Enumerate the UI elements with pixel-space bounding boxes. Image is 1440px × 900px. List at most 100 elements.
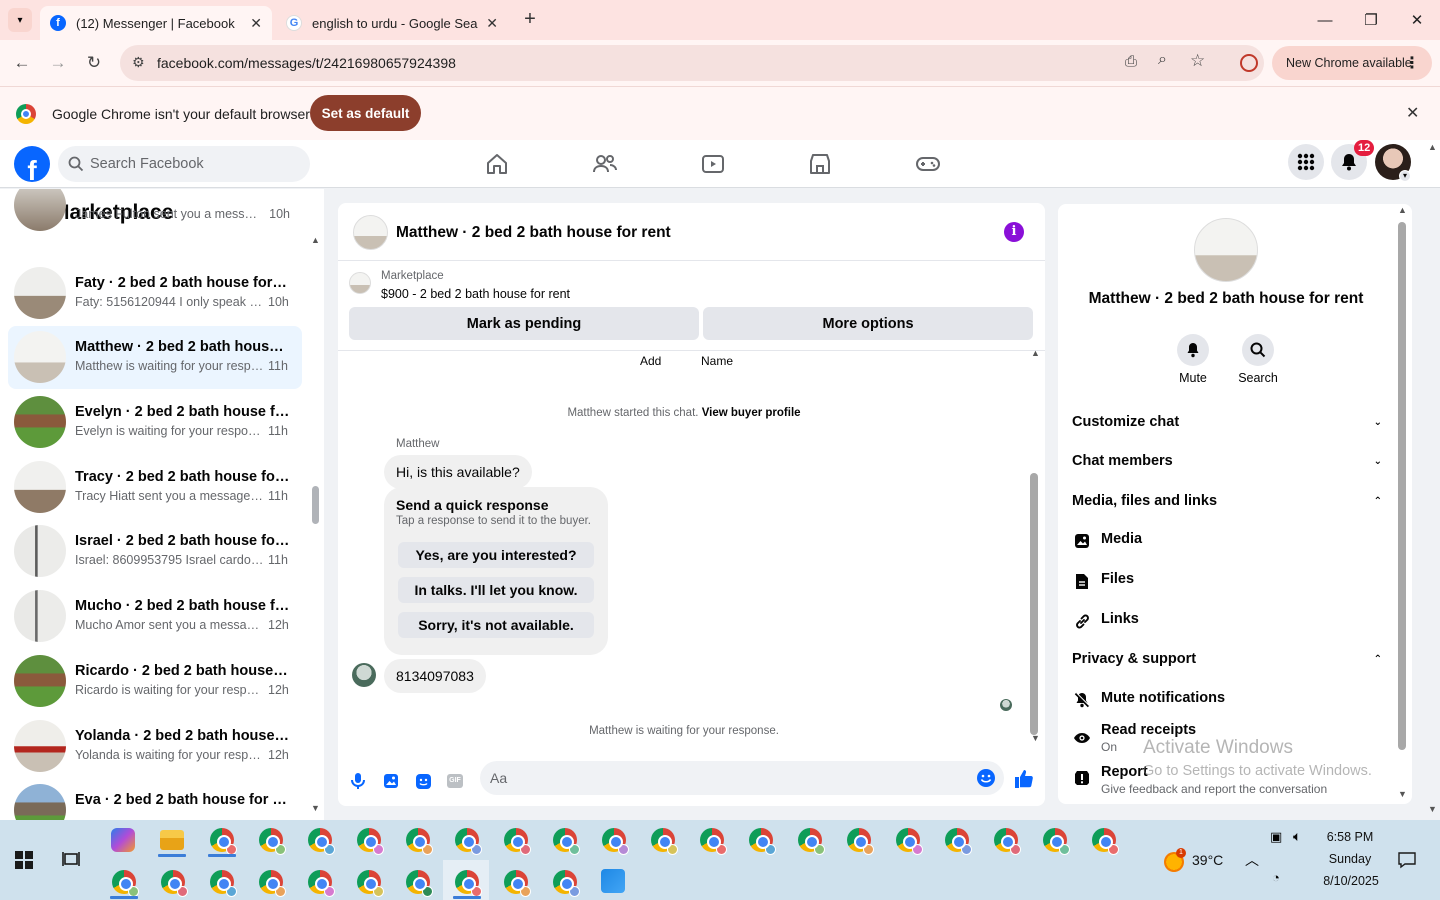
weather-temperature[interactable]: 39°C (1192, 852, 1223, 868)
listing-title[interactable]: $900 - 2 bed 2 bath house for rent (381, 287, 570, 301)
quick-reply-button[interactable]: In talks. I'll let you know. (398, 577, 594, 603)
chat-scroll-up-arrow[interactable]: ▲ (1031, 348, 1040, 358)
chrome-taskbar-icon[interactable] (357, 828, 384, 855)
friends-icon[interactable] (589, 148, 621, 180)
chrome-taskbar-icon[interactable] (896, 828, 923, 855)
conversation-item[interactable]: Evelyn · 2 bed 2 bath house for ... Evel… (8, 391, 302, 454)
chat-listing-avatar[interactable] (353, 215, 388, 250)
facebook-search-box[interactable] (58, 146, 310, 182)
clock-time[interactable]: 6:58 PM (1320, 830, 1380, 844)
listing-thumbnail[interactable] (349, 272, 371, 294)
conversation-item[interactable]: Tracy · 2 bed 2 bath house for re... Tra… (8, 456, 302, 519)
windows-start-icon[interactable] (15, 851, 33, 869)
chrome-taskbar-icon[interactable] (553, 870, 580, 897)
links-item[interactable]: Links (1072, 611, 1372, 631)
mute-button[interactable] (1177, 334, 1209, 366)
chrome-taskbar-icon[interactable] (357, 870, 384, 897)
view-buyer-profile-link[interactable]: View buyer profile (702, 407, 801, 419)
set-as-default-button[interactable]: Set as default (310, 95, 421, 131)
close-window-icon[interactable]: ✕ (1394, 0, 1440, 40)
info-scroll-down-arrow[interactable]: ▼ (1398, 789, 1407, 799)
omnibox[interactable]: ⚙ facebook.com/messages/t/24216980657924… (120, 45, 1264, 81)
conversation-item[interactable]: Ricardo · 2 bed 2 bath house for... Rica… (8, 650, 302, 713)
sidebar-scrollbar[interactable] (312, 486, 319, 524)
chrome-taskbar-icon[interactable] (112, 870, 139, 897)
media-files-links-section[interactable]: Media, files and links ⌃ (1072, 493, 1382, 509)
message-bubble[interactable]: Hi, is this available? (384, 455, 532, 489)
conversation-item[interactable]: Mucho · 2 bed 2 bath house for ... Mucho… (8, 585, 302, 648)
info-scroll-up-arrow[interactable]: ▲ (1398, 205, 1407, 215)
new-chrome-available-button[interactable]: New Chrome available ⋮ (1272, 46, 1432, 80)
quick-reply-button[interactable]: Sorry, it's not available. (398, 612, 594, 638)
menu-grid-button[interactable] (1288, 144, 1324, 180)
quick-reply-button[interactable]: Yes, are you interested? (398, 542, 594, 568)
sticker-icon[interactable] (412, 770, 434, 792)
chrome-taskbar-icon[interactable] (504, 828, 531, 855)
message-input-box[interactable] (480, 761, 1004, 795)
mark-as-pending-button[interactable]: Mark as pending (349, 307, 699, 340)
sender-avatar[interactable] (352, 663, 376, 687)
microphone-icon[interactable] (347, 770, 369, 792)
privacy-support-section[interactable]: Privacy & support ⌃ (1072, 651, 1382, 667)
clock-date[interactable]: 8/10/2025 (1316, 874, 1386, 888)
profile-icon[interactable] (1240, 54, 1258, 72)
clock-day[interactable]: Sunday (1320, 852, 1380, 866)
chrome-menu-icon[interactable]: ⋮ (1404, 53, 1420, 73)
chrome-taskbar-icon[interactable] (308, 828, 335, 855)
task-view-icon[interactable] (62, 851, 80, 869)
chat-title[interactable]: Matthew · 2 bed 2 bath house for rent (396, 224, 671, 242)
home-icon[interactable] (481, 148, 513, 180)
chrome-taskbar-icon[interactable] (651, 828, 678, 855)
bookmark-star-icon[interactable]: ☆ (1190, 51, 1205, 71)
chrome-taskbar-icon[interactable] (308, 870, 335, 897)
chrome-taskbar-icon[interactable] (210, 828, 237, 855)
chrome-taskbar-icon[interactable] (602, 828, 629, 855)
message-input[interactable] (490, 761, 970, 795)
page-scroll-up-arrow[interactable]: ▲ (1428, 142, 1437, 152)
chrome-taskbar-icon[interactable] (259, 870, 286, 897)
chrome-taskbar-icon[interactable] (847, 828, 874, 855)
customize-chat-section[interactable]: Customize chat ⌄ (1072, 414, 1382, 430)
chrome-taskbar-icon[interactable] (210, 870, 237, 897)
maximize-icon[interactable]: ❐ (1348, 0, 1394, 40)
media-item[interactable]: Media (1072, 531, 1372, 551)
close-tab-icon[interactable]: ✕ (250, 15, 262, 32)
account-chevron-icon[interactable]: ▾ (1399, 170, 1411, 182)
file-explorer-icon[interactable] (160, 830, 184, 850)
search-in-conversation-button[interactable] (1242, 334, 1274, 366)
copilot-icon[interactable] (111, 828, 135, 852)
chrome-taskbar-icon[interactable] (455, 828, 482, 855)
reload-icon[interactable]: ↻ (80, 49, 108, 77)
chat-scrollbar[interactable] (1030, 473, 1038, 735)
conversation-item[interactable]: James Fulton sent you a message ... 10h (8, 189, 302, 237)
chrome-taskbar-icon[interactable] (504, 870, 531, 897)
back-icon[interactable]: ← (8, 49, 36, 77)
facebook-logo-icon[interactable]: f (14, 146, 50, 182)
thumbs-up-icon[interactable] (1013, 768, 1035, 790)
new-tab-icon[interactable]: + (518, 8, 542, 32)
conversation-item[interactable]: Yolanda · 2 bed 2 bath house fo... Yolan… (8, 715, 302, 778)
install-app-icon[interactable]: ⎙ (1125, 53, 1137, 70)
chrome-taskbar-icon[interactable] (945, 828, 972, 855)
more-options-button[interactable]: More options (703, 307, 1033, 340)
message-bubble[interactable]: 8134097083 (384, 659, 486, 693)
gaming-icon[interactable] (912, 148, 944, 180)
conversation-item[interactable]: Faty · 2 bed 2 bath house for rent Faty:… (8, 262, 302, 325)
network-icon[interactable]: ◔ (1272, 870, 1280, 885)
chrome-taskbar-icon[interactable] (161, 870, 188, 897)
chrome-taskbar-icon[interactable] (1092, 828, 1119, 855)
chrome-taskbar-icon[interactable] (406, 828, 433, 855)
forward-icon[interactable]: → (44, 49, 72, 77)
close-infobar-icon[interactable]: ✕ (1406, 103, 1419, 123)
page-scroll-down-arrow[interactable]: ▼ (1428, 804, 1437, 814)
conversation-item[interactable]: Eva · 2 bed 2 bath house for rent (8, 779, 302, 820)
search-input[interactable] (90, 146, 300, 182)
photos-app-icon[interactable] (601, 869, 625, 893)
listing-large-avatar[interactable] (1194, 218, 1258, 282)
chrome-taskbar-icon[interactable] (798, 828, 825, 855)
conversation-item[interactable]: Israel · 2 bed 2 bath house for r... Isr… (8, 520, 302, 583)
conversation-info-icon[interactable]: i (1004, 222, 1024, 242)
tab-google-search[interactable]: G english to urdu - Google Search ✕ (276, 6, 508, 40)
add-label[interactable]: Add (640, 354, 661, 368)
chrome-taskbar-icon[interactable] (455, 870, 482, 897)
